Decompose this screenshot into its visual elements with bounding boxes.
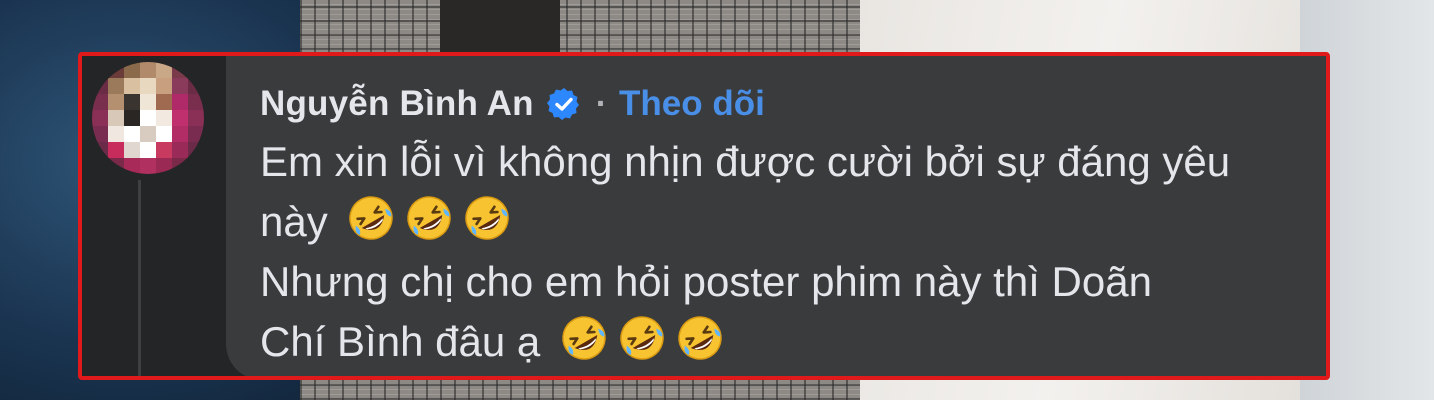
author-name[interactable]: Nguyễn Bình An xyxy=(260,84,534,124)
comment-line-text: này xyxy=(260,198,328,245)
comment-line: Em xin lỗi vì không nhịn được cười bởi s… xyxy=(260,132,1296,192)
comment-line-text: Nhưng chị cho em hỏi poster phim này thì… xyxy=(260,258,1152,305)
follow-link[interactable]: Theo dõi xyxy=(619,84,765,124)
laughing-emoji-icon xyxy=(616,312,668,364)
comment-line: này xyxy=(260,192,1296,252)
comment-header: Nguyễn Bình An · Theo dõi xyxy=(260,78,1296,130)
laughing-emoji-icon xyxy=(558,312,610,364)
laughing-emoji-icon xyxy=(461,192,513,244)
reply-thread-line xyxy=(138,180,141,376)
separator-dot: · xyxy=(595,84,608,123)
laughing-emoji-icon xyxy=(345,192,397,244)
background-dark-patch xyxy=(440,0,560,60)
comment-line-text: Chí Bình đâu ạ xyxy=(260,318,541,365)
verified-badge-icon xyxy=(546,86,582,122)
laughing-emoji-icon xyxy=(674,312,726,364)
comment-bubble: Nguyễn Bình An · Theo dõi Em xin lỗi vì … xyxy=(226,56,1326,376)
comment-line: Nhưng chị cho em hỏi poster phim này thì… xyxy=(260,252,1296,312)
highlighted-comment: Nguyễn Bình An · Theo dõi Em xin lỗi vì … xyxy=(78,52,1330,380)
comment-line: Chí Bình đâu ạ xyxy=(260,312,1296,372)
comment-text: Em xin lỗi vì không nhịn được cười bởi s… xyxy=(260,132,1296,372)
comment-line-text: Em xin lỗi vì không nhịn được cười bởi s… xyxy=(260,138,1231,185)
laughing-emoji-icon xyxy=(403,192,455,244)
avatar[interactable] xyxy=(92,62,204,174)
